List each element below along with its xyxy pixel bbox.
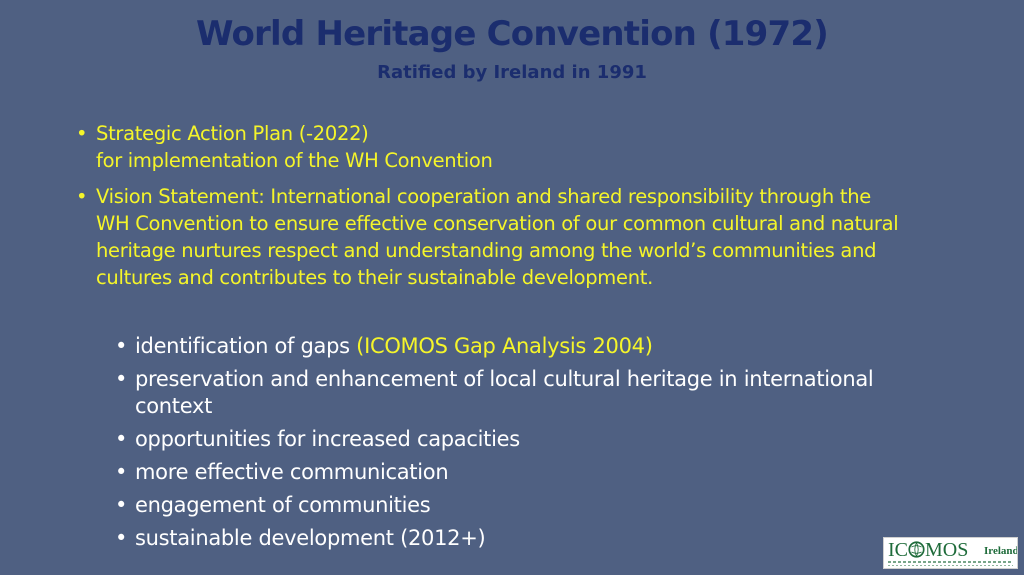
bullet-line: WH Convention to ensure effective conser… <box>96 212 899 235</box>
main-bullet-list: Strategic Action Plan (-2022) for implem… <box>76 120 976 291</box>
bullet-vision-statement: Vision Statement: International cooperat… <box>76 183 976 291</box>
logo-prefix: IC <box>888 539 908 561</box>
logo-wordmark: IC MOS <box>888 539 968 561</box>
bullet-line: for implementation of the WH Convention <box>96 149 493 172</box>
sub-bullet-continuation: context <box>135 394 213 418</box>
sub-bullet-communication: more effective communication <box>115 459 955 486</box>
bullet-line: Vision Statement: International cooperat… <box>96 185 871 208</box>
logo-country: Ireland <box>984 545 1018 557</box>
slide-subtitle: Ratified by Ireland in 1991 <box>377 62 647 83</box>
slide: World Heritage Convention (1972) Ratifie… <box>0 0 1024 575</box>
sub-bullet-text: more effective communication <box>135 460 449 484</box>
sub-bullet-text: engagement of communities <box>135 493 431 517</box>
sub-bullet-communities: engagement of communities <box>115 492 955 519</box>
logo-suffix: MOS <box>925 539 969 561</box>
sub-bullet-list: identification of gaps (ICOMOS Gap Analy… <box>115 333 955 558</box>
logo-tagline <box>888 565 1013 566</box>
globe-icon <box>908 541 925 558</box>
sub-bullet-text: identification of gaps <box>135 334 357 358</box>
sub-bullet-preservation: preservation and enhancement of local cu… <box>115 366 955 420</box>
sub-bullet-text: sustainable development (2012+) <box>135 526 486 550</box>
sub-bullet-identification-of-gaps: identification of gaps (ICOMOS Gap Analy… <box>115 333 955 360</box>
bullet-line: Strategic Action Plan (-2022) <box>96 122 369 145</box>
logo-tagline <box>888 561 1013 563</box>
slide-title: World Heritage Convention (1972) <box>196 14 829 54</box>
icomos-ireland-logo: IC MOS Ireland <box>883 537 1018 569</box>
bullet-line: heritage nurtures respect and understand… <box>96 239 877 262</box>
sub-bullet-text: opportunities for increased capacities <box>135 427 520 451</box>
sub-bullet-highlight: (ICOMOS Gap Analysis 2004) <box>356 334 653 358</box>
sub-bullet-capacities: opportunities for increased capacities <box>115 426 955 453</box>
bullet-strategic-action-plan: Strategic Action Plan (-2022) for implem… <box>76 120 976 174</box>
sub-bullet-text: preservation and enhancement of local cu… <box>135 367 874 391</box>
sub-bullet-sustainable-development: sustainable development (2012+) <box>115 525 955 552</box>
bullet-line: cultures and contributes to their sustai… <box>96 266 653 289</box>
